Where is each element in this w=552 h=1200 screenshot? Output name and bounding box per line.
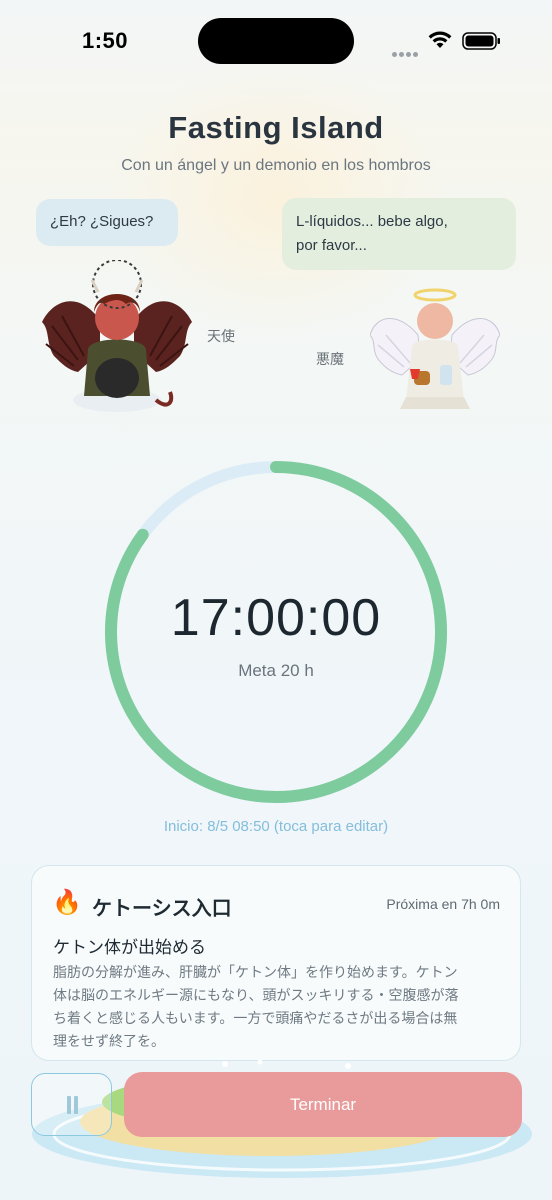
phase-title: ケトーシス入口 [92,898,232,920]
phase-description-line: 脂肪の分解が進み、肝臓が「ケトン体」を作り始めます。ケトン [53,964,458,980]
fasting-phase-card: 🔥 ケトーシス入口 Próxima en 7h 0m ケトン体が出始める 脂肪の… [31,865,521,1061]
phase-description-line: 理をせず終了を。 [53,1033,165,1049]
page-subtitle: Con un ángel y un demonio en los hombros [121,157,431,174]
fire-icon: 🔥 [52,889,82,916]
phase-description-line: 体は脳のエネルギー源にもなり、頭がスッキリする・空腹感が落 [53,987,459,1003]
phase-description-line: ち着くと感じる人もいます。一方で頭痛やだるさが出る場合は無 [53,1010,458,1026]
next-phase-countdown: Próxima en 7h 0m [386,896,500,912]
status-bar: 1:50 [0,0,552,80]
angel-character-illustration [370,288,500,409]
start-time-edit-link[interactable]: Inicio: 8/5 08:50 (toca para editar) [0,818,552,835]
phase-description: 脂肪の分解が進み、肝臓が「ケトン体」を作り始めます。ケトン 体は脳のエネルギー源… [53,961,505,1053]
pause-icon [66,1096,80,1114]
dynamic-island [198,18,354,64]
devil-character-illustration [42,260,192,412]
speech-line-right: L-líquidos... bebe algo, [296,213,448,230]
phase-subtitle: ケトン体が出始める [53,938,206,957]
speech-text-left: ¿Eh? ¿Sigues? [50,213,154,230]
elapsed-timer: 17:00:00 [170,589,382,647]
speech-line-right: por favor... [296,237,367,254]
goal-text: Meta 20 h [238,661,314,680]
battery-icon [462,32,500,50]
page-title: Fasting Island [168,110,384,145]
end-fast-button[interactable]: Terminar [124,1072,522,1137]
status-time: 1:50 [82,28,129,53]
character-label-right: 悪魔 [316,351,344,367]
speech-bubble-left: ¿Eh? ¿Sigues? [36,199,178,246]
speech-bubble-right: L-líquidos... bebe algo, por favor... [282,198,516,270]
pause-button[interactable] [31,1073,112,1136]
character-label-left: 天使 [207,328,235,344]
signal-dots-icon [392,44,420,62]
wifi-icon [428,31,452,48]
